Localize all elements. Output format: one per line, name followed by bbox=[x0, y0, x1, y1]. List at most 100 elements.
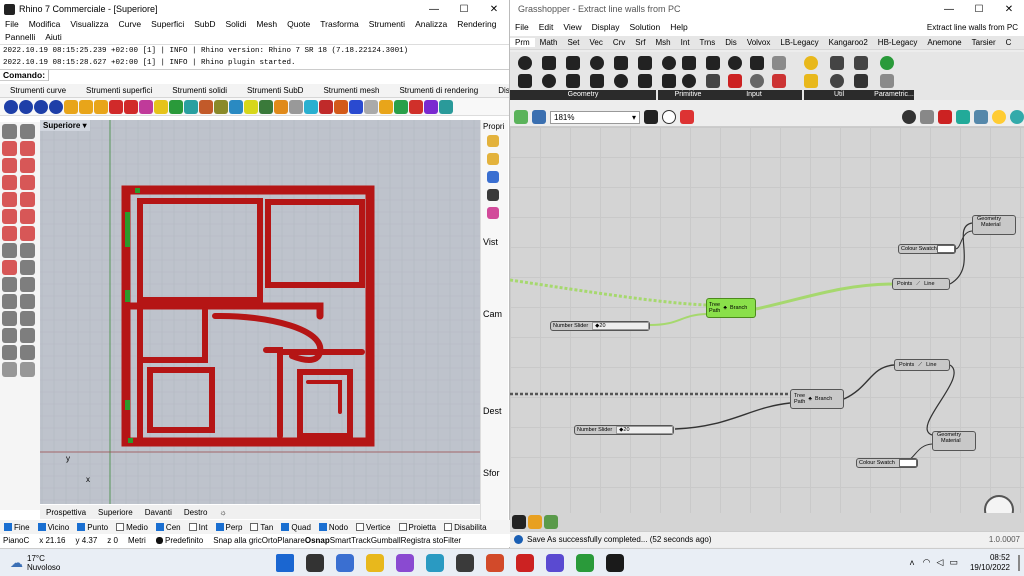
osnap-checkbox[interactable]: Punto bbox=[77, 523, 108, 532]
toolbar-tab[interactable]: Strumenti mesh bbox=[313, 86, 389, 95]
toolbar-tool-icon[interactable] bbox=[169, 99, 183, 114]
gh-tab[interactable]: LB-Legacy bbox=[775, 38, 823, 47]
gh-canvas[interactable]: Geometry Material Colour Swatch Points ⟋… bbox=[510, 127, 1024, 531]
toolbar-tool-icon[interactable] bbox=[289, 99, 303, 114]
gh-group-label[interactable]: Util bbox=[804, 90, 874, 100]
gh-component-icon[interactable] bbox=[772, 74, 786, 88]
minimize-button[interactable]: — bbox=[934, 4, 964, 15]
toolbar-tool-icon[interactable] bbox=[49, 99, 63, 114]
teams-chat-icon[interactable] bbox=[396, 553, 414, 572]
zoom-select[interactable]: 181% ▾ bbox=[550, 110, 640, 124]
checkbox-box[interactable] bbox=[4, 523, 12, 531]
gh-component-icon[interactable] bbox=[830, 56, 844, 70]
tray-chevron-icon[interactable]: ˄ bbox=[909, 558, 914, 568]
gh-component-icon[interactable] bbox=[590, 56, 604, 70]
battery-icon[interactable]: ▭ bbox=[949, 557, 958, 568]
close-button[interactable]: ✕ bbox=[479, 4, 509, 15]
toolbar-tool-icon[interactable] bbox=[424, 99, 438, 114]
zoom-extents-icon[interactable] bbox=[644, 110, 658, 124]
menu-item[interactable]: Trasforma bbox=[315, 18, 363, 31]
left-tool-icon[interactable] bbox=[2, 277, 17, 292]
status-mode[interactable]: Osnap bbox=[305, 536, 330, 545]
toolbar-tool-icon[interactable] bbox=[259, 99, 273, 114]
task-view-icon[interactable] bbox=[336, 553, 354, 572]
status-mode[interactable]: Filter bbox=[443, 536, 461, 545]
left-tool-icon[interactable] bbox=[20, 243, 35, 258]
menu-item[interactable]: Quote bbox=[282, 18, 315, 31]
left-tool-icon[interactable] bbox=[2, 328, 17, 343]
toolbar-tool-icon[interactable] bbox=[4, 99, 18, 114]
gh-tab[interactable]: Dis bbox=[720, 38, 742, 47]
menu-item[interactable]: Strumenti bbox=[364, 18, 410, 31]
toolbar-tab[interactable]: Strumenti solidi bbox=[162, 86, 237, 95]
left-tool-icon[interactable] bbox=[2, 260, 17, 275]
gh-component-icon[interactable] bbox=[638, 56, 652, 70]
gh-component-icon[interactable] bbox=[854, 74, 868, 88]
gh-branch-node-2[interactable]: Tree Path ♣ Branch bbox=[790, 389, 844, 409]
chrome-icon[interactable] bbox=[576, 553, 594, 572]
gh-component-icon[interactable] bbox=[518, 56, 532, 70]
left-tool-icon[interactable] bbox=[20, 277, 35, 292]
toolbar-tool-icon[interactable] bbox=[244, 99, 258, 114]
wifi-icon[interactable]: ◠ bbox=[923, 557, 931, 568]
canvas-toggle-icon[interactable] bbox=[512, 515, 526, 529]
gh-component-icon[interactable] bbox=[830, 74, 844, 88]
left-tool-icon[interactable] bbox=[20, 192, 35, 207]
toolbar-tool-icon[interactable] bbox=[304, 99, 318, 114]
left-tool-icon[interactable] bbox=[20, 124, 35, 139]
gh-tab[interactable]: Math bbox=[535, 38, 563, 47]
gh-component-icon[interactable] bbox=[854, 56, 868, 70]
toolbar-tool-icon[interactable] bbox=[274, 99, 288, 114]
render-icon[interactable] bbox=[992, 110, 1006, 124]
toolbar-tool-icon[interactable] bbox=[409, 99, 423, 114]
gh-colour-swatch-1[interactable]: Colour Swatch bbox=[898, 244, 956, 254]
gh-component-icon[interactable] bbox=[804, 56, 818, 70]
status-mode[interactable]: SmartTrack bbox=[330, 536, 371, 545]
osnap-checkbox[interactable]: Tan bbox=[250, 523, 273, 532]
menu-item[interactable]: Solidi bbox=[221, 18, 252, 31]
gh-tab[interactable]: Trns bbox=[695, 38, 721, 47]
menu-item[interactable]: Visualizza bbox=[65, 18, 113, 31]
panel-icon[interactable] bbox=[487, 207, 499, 219]
gh-component-icon[interactable] bbox=[706, 74, 720, 88]
open-icon[interactable] bbox=[514, 110, 528, 124]
gh-number-slider-1[interactable]: Number Slider ◆ 20 bbox=[550, 321, 650, 331]
left-tool-icon[interactable] bbox=[20, 226, 35, 241]
viewport-top[interactable]: Superiore ▾ y x bbox=[40, 120, 480, 504]
gh-component-icon[interactable] bbox=[614, 74, 628, 88]
gh-component-icon[interactable] bbox=[566, 56, 580, 70]
gh-menu-item[interactable]: Display bbox=[587, 22, 625, 32]
left-tool-icon[interactable] bbox=[2, 175, 17, 190]
gh-component-icon[interactable] bbox=[590, 74, 604, 88]
toolbar-tab[interactable]: Strumenti curve bbox=[0, 86, 76, 95]
osnap-checkbox[interactable]: Int bbox=[188, 523, 208, 532]
checkbox-box[interactable] bbox=[398, 523, 407, 531]
left-tool-icon[interactable] bbox=[20, 345, 35, 360]
left-tool-icon[interactable] bbox=[2, 124, 17, 139]
gh-component-icon[interactable] bbox=[880, 74, 894, 88]
wires-icon[interactable] bbox=[528, 515, 542, 529]
menu-item[interactable]: File bbox=[0, 18, 24, 31]
gh-tab[interactable]: Vec bbox=[584, 38, 607, 47]
toolbar-tool-icon[interactable] bbox=[334, 99, 348, 114]
preview-eye-icon[interactable] bbox=[662, 110, 676, 124]
gh-line-node-1[interactable]: Points ⟋ Line bbox=[892, 278, 950, 290]
gh-geometry-node-2[interactable]: Geometry Material bbox=[932, 431, 976, 451]
checkbox-box[interactable] bbox=[188, 523, 197, 531]
gh-component-icon[interactable] bbox=[750, 74, 764, 88]
swatch-color[interactable] bbox=[899, 459, 917, 467]
gh-component-icon[interactable] bbox=[728, 56, 742, 70]
edge-icon[interactable] bbox=[426, 553, 444, 572]
left-tool-icon[interactable] bbox=[2, 345, 17, 360]
gh-tab[interactable]: Volvox bbox=[742, 38, 776, 47]
left-tool-icon[interactable] bbox=[20, 209, 35, 224]
left-tool-icon[interactable] bbox=[20, 294, 35, 309]
status-mode[interactable]: Snap alla gric bbox=[213, 536, 261, 545]
gh-branch-node-1[interactable]: Tree Path ♣ Branch bbox=[706, 298, 756, 318]
gh-component-icon[interactable] bbox=[614, 56, 628, 70]
gh-tab[interactable]: Set bbox=[562, 38, 584, 47]
checkbox-box[interactable] bbox=[155, 523, 164, 531]
gh-component-icon[interactable] bbox=[662, 56, 676, 70]
toolbar-tool-icon[interactable] bbox=[319, 99, 333, 114]
left-tool-icon[interactable] bbox=[2, 311, 17, 326]
